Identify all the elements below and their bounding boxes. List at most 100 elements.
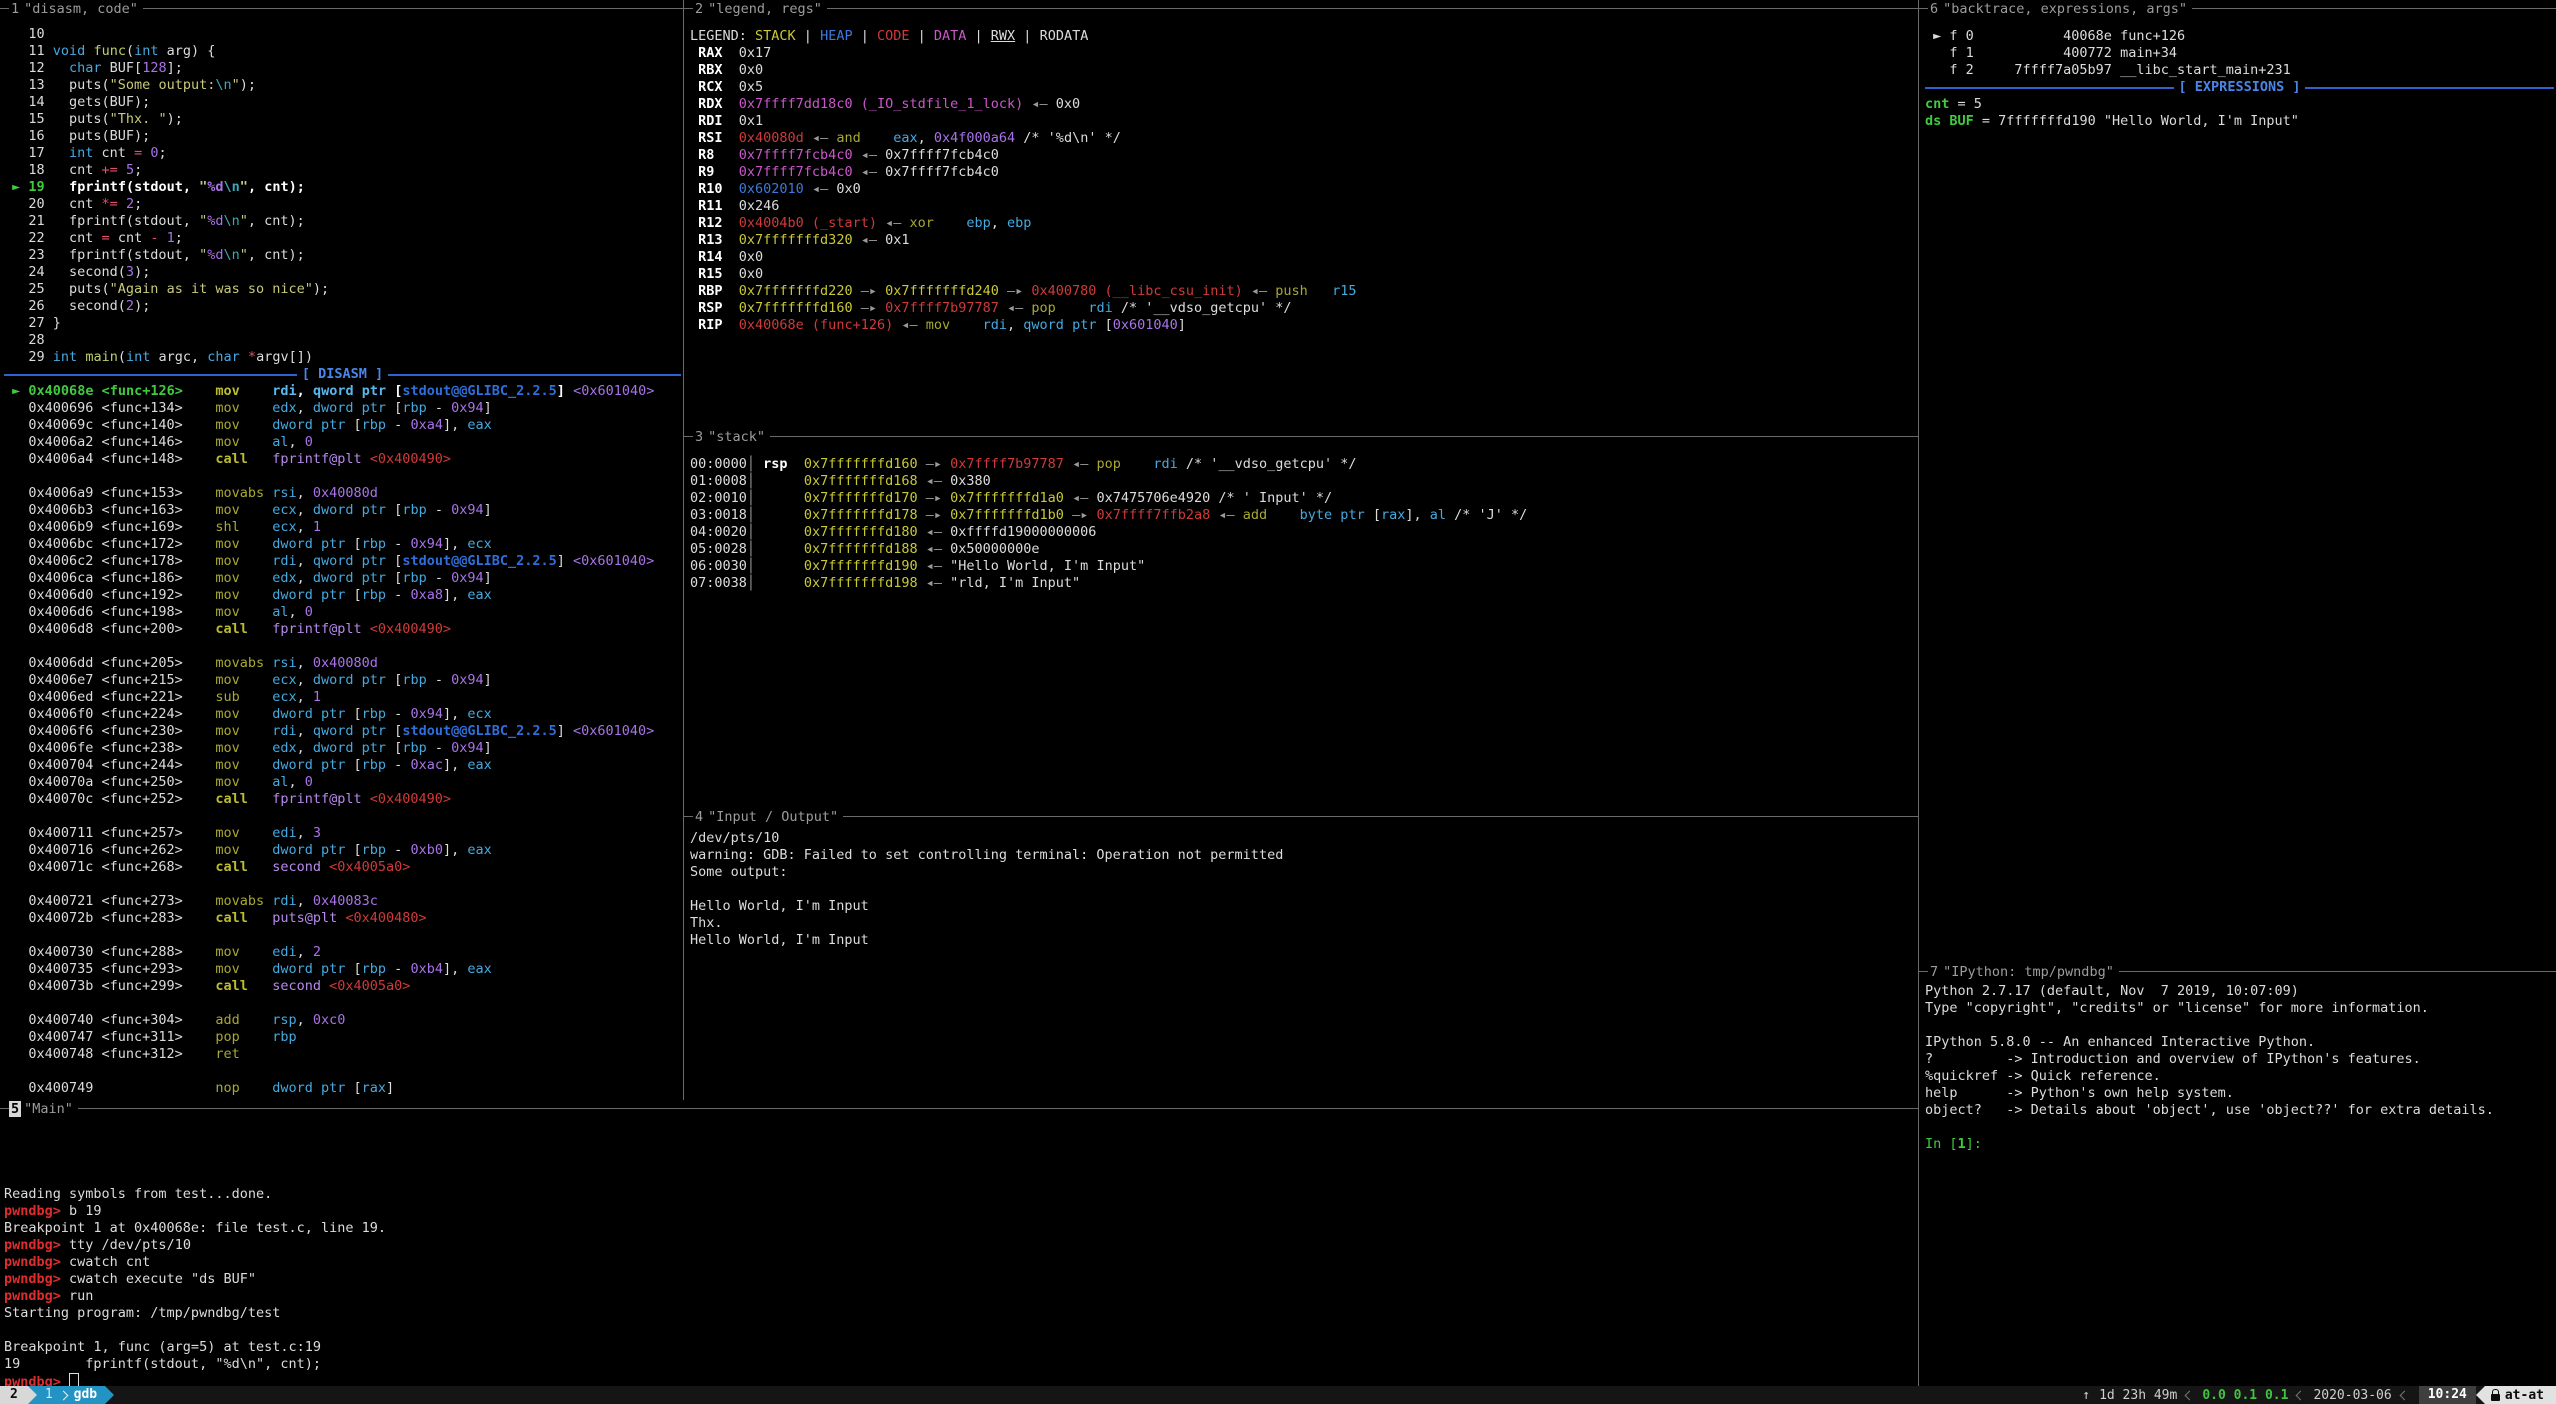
- pane-input-output[interactable]: 4"Input / Output" /dev/pts/10warning: GD…: [684, 808, 1918, 1100]
- border-line: [827, 8, 1918, 9]
- terminal-line: 18 cnt += 5;: [4, 162, 681, 179]
- terminal-line: Breakpoint 1 at 0x40068e: file test.c, l…: [4, 1220, 1916, 1237]
- terminal-line: In [1]:: [1925, 1136, 2554, 1153]
- terminal-line: R15 0x0: [690, 266, 1916, 283]
- window-tab-gdb[interactable]: 1gdb: [37, 1386, 105, 1404]
- pane-ipython[interactable]: 7"IPython: tmp/pwndbg" Python 2.7.17 (de…: [1919, 963, 2556, 1386]
- border-dash: [0, 1108, 9, 1109]
- terminal-line: 0x4006fe <func+238> mov edx, dword ptr […: [4, 740, 681, 757]
- terminal-line: pwndbg> b 19: [4, 1203, 1916, 1220]
- pane-name: "backtrace, expressions, args": [1943, 1, 2187, 17]
- terminal-line: Reading symbols from test...done.: [4, 1186, 1916, 1203]
- pane-title: 1"disasm, code": [0, 0, 683, 17]
- terminal-line: Hello World, I'm Input: [690, 898, 1916, 915]
- tmux-screen: 1"disasm, code" 10 11 void func(int arg)…: [0, 0, 2556, 1404]
- terminal-line: RSI 0x40080d ◂— and eax, 0x4f000a64 /* '…: [690, 130, 1916, 147]
- terminal-line: 0x400711 <func+257> mov edi, 3: [4, 825, 681, 842]
- terminal-line: 25 puts("Again as it was so nice");: [4, 281, 681, 298]
- pane-name: "Main": [24, 1101, 73, 1117]
- terminal-line: 0x400696 <func+134> mov edx, dword ptr […: [4, 400, 681, 417]
- terminal-line: [4, 1063, 681, 1080]
- terminal-line: 0x40073b <func+299> call second <0x4005a…: [4, 978, 681, 995]
- pane-border-vertical[interactable]: [683, 0, 684, 1100]
- terminal-line: 06:0030│ 0x7fffffffd190 ◂— "Hello World,…: [690, 558, 1916, 575]
- terminal-line: Starting program: /tmp/pwndbg/test: [4, 1305, 1916, 1322]
- pane-main-gdb-console[interactable]: 5"Main" Reading symbols from test...done…: [0, 1100, 1918, 1386]
- terminal-line: [ DISASM ]: [4, 366, 681, 383]
- pane-stack[interactable]: 3"stack" 00:0000│ rsp 0x7fffffffd160 —▸ …: [684, 428, 1918, 808]
- terminal-line: IPython 5.8.0 -- An enhanced Interactive…: [1925, 1034, 2554, 1051]
- terminal-line: 16 puts(BUF);: [4, 128, 681, 145]
- date: 2020-03-06: [2313, 1388, 2391, 1403]
- terminal-line: ► 19 fprintf(stdout, "%d\n", cnt);: [4, 179, 681, 196]
- terminal-line: /dev/pts/10: [690, 830, 1916, 847]
- terminal-line: [4, 808, 681, 825]
- session-badge[interactable]: 2: [0, 1386, 28, 1404]
- uptime-arrow-icon: ↑: [2082, 1388, 2090, 1403]
- pane-number: 4: [693, 809, 705, 825]
- terminal-line: 21 fprintf(stdout, "%d\n", cnt);: [4, 213, 681, 230]
- terminal-line: RIP 0x40068e (func+126) ◂— mov rdi, qwor…: [690, 317, 1916, 334]
- terminal-line: [1925, 1017, 2554, 1034]
- status-bar: 2 1gdb ↑ 1d 23h 49m 0.0 0.1 0.1 2020-03-…: [0, 1386, 2556, 1404]
- terminal-line: RSP 0x7fffffffd160 —▸ 0x7ffff7b97787 ◂— …: [690, 300, 1916, 317]
- status-left: 2 1gdb: [0, 1386, 114, 1404]
- terminal-line: pwndbg> cwatch cnt: [4, 1254, 1916, 1271]
- terminal-line: RBP 0x7fffffffd220 —▸ 0x7fffffffd240 —▸ …: [690, 283, 1916, 300]
- terminal-line: 02:0010│ 0x7fffffffd170 —▸ 0x7fffffffd1a…: [690, 490, 1916, 507]
- pane-name: "stack": [708, 429, 765, 445]
- terminal-line: Some output:: [690, 864, 1916, 881]
- border-line: [2119, 971, 2556, 972]
- terminal-line: 05:0028│ 0x7fffffffd188 ◂— 0x50000000e: [690, 541, 1916, 558]
- terminal-line: 0x40070a <func+250> mov al, 0: [4, 774, 681, 791]
- terminal-line: ds BUF = 7fffffffd190 "Hello World, I'm …: [1925, 113, 2554, 130]
- terminal-line: 0x400748 <func+312> ret: [4, 1046, 681, 1063]
- terminal-line: R10 0x602010 ◂— 0x0: [690, 181, 1916, 198]
- pane-title: 7"IPython: tmp/pwndbg": [1919, 963, 2556, 980]
- terminal-line: 00:0000│ rsp 0x7fffffffd160 —▸ 0x7ffff7b…: [690, 456, 1916, 473]
- terminal-line: 01:0008│ 0x7fffffffd168 ◂— 0x380: [690, 473, 1916, 490]
- terminal-line: 0x4006f0 <func+224> mov dword ptr [rbp -…: [4, 706, 681, 723]
- pane-title: 6"backtrace, expressions, args": [1919, 0, 2556, 17]
- pane-disasm-code[interactable]: 1"disasm, code" 10 11 void func(int arg)…: [0, 0, 683, 1100]
- terminal-line: [4, 995, 681, 1012]
- terminal-line: 0x400721 <func+273> movabs rdi, 0x40083c: [4, 893, 681, 910]
- terminal-line: 12 char BUF[128];: [4, 60, 681, 77]
- terminal-line: 0x4006e7 <func+215> mov ecx, dword ptr […: [4, 672, 681, 689]
- terminal-line: 0x400716 <func+262> mov dword ptr [rbp -…: [4, 842, 681, 859]
- pane-number: 6: [1928, 1, 1940, 17]
- border-dash: [684, 8, 693, 9]
- pane-content: ► f 0 40068e func+126 f 1 400772 main+34…: [1925, 28, 2554, 130]
- pane-title: 3"stack": [684, 428, 1918, 445]
- terminal-line: 0x4006f6 <func+230> mov rdi, qword ptr […: [4, 723, 681, 740]
- terminal-line: 0x40069c <func+140> mov dword ptr [rbp -…: [4, 417, 681, 434]
- terminal-line: 0x400749 nop dword ptr [rax]: [4, 1080, 681, 1097]
- terminal-line: 0x4006dd <func+205> movabs rsi, 0x40080d: [4, 655, 681, 672]
- powerline-arrow-icon: [105, 1386, 114, 1404]
- terminal-line: 0x40072b <func+283> call puts@plt <0x400…: [4, 910, 681, 927]
- pane-name: "IPython: tmp/pwndbg": [1943, 964, 2114, 980]
- pane-backtrace-expressions[interactable]: 6"backtrace, expressions, args" ► f 0 40…: [1919, 0, 2556, 963]
- pane-number: 2: [693, 1, 705, 17]
- terminal-line: 0x4006b9 <func+169> shl ecx, 1: [4, 519, 681, 536]
- terminal-line: ► 0x40068e <func+126> mov rdi, qword ptr…: [4, 383, 681, 400]
- hostname: at-at: [2505, 1388, 2544, 1403]
- uptime: 1d 23h 49m: [2099, 1388, 2177, 1403]
- terminal-line: [690, 881, 1916, 898]
- pane-content: Python 2.7.17 (default, Nov 7 2019, 10:0…: [1925, 983, 2554, 1153]
- border-dash: [684, 436, 693, 437]
- terminal-line: pwndbg> run: [4, 1288, 1916, 1305]
- terminal-line: [4, 1322, 1916, 1339]
- pane-border-vertical[interactable]: [1918, 0, 1919, 1386]
- terminal-line: 0x4006a4 <func+148> call fprintf@plt <0x…: [4, 451, 681, 468]
- terminal-line: 0x4006d6 <func+198> mov al, 0: [4, 604, 681, 621]
- lock-icon: [2491, 1394, 2500, 1401]
- terminal-line: 0x400704 <func+244> mov dword ptr [rbp -…: [4, 757, 681, 774]
- terminal-line: 0x4006c2 <func+178> mov rdi, qword ptr […: [4, 553, 681, 570]
- terminal-line: 11 void func(int arg) {: [4, 43, 681, 60]
- border-line: [843, 816, 1918, 817]
- terminal-line: 20 cnt *= 2;: [4, 196, 681, 213]
- terminal-line: help -> Python's own help system.: [1925, 1085, 2554, 1102]
- terminal-line: 23 fprintf(stdout, "%d\n", cnt);: [4, 247, 681, 264]
- pane-legend-regs[interactable]: 2"legend, regs" LEGEND: STACK | HEAP | C…: [684, 0, 1918, 428]
